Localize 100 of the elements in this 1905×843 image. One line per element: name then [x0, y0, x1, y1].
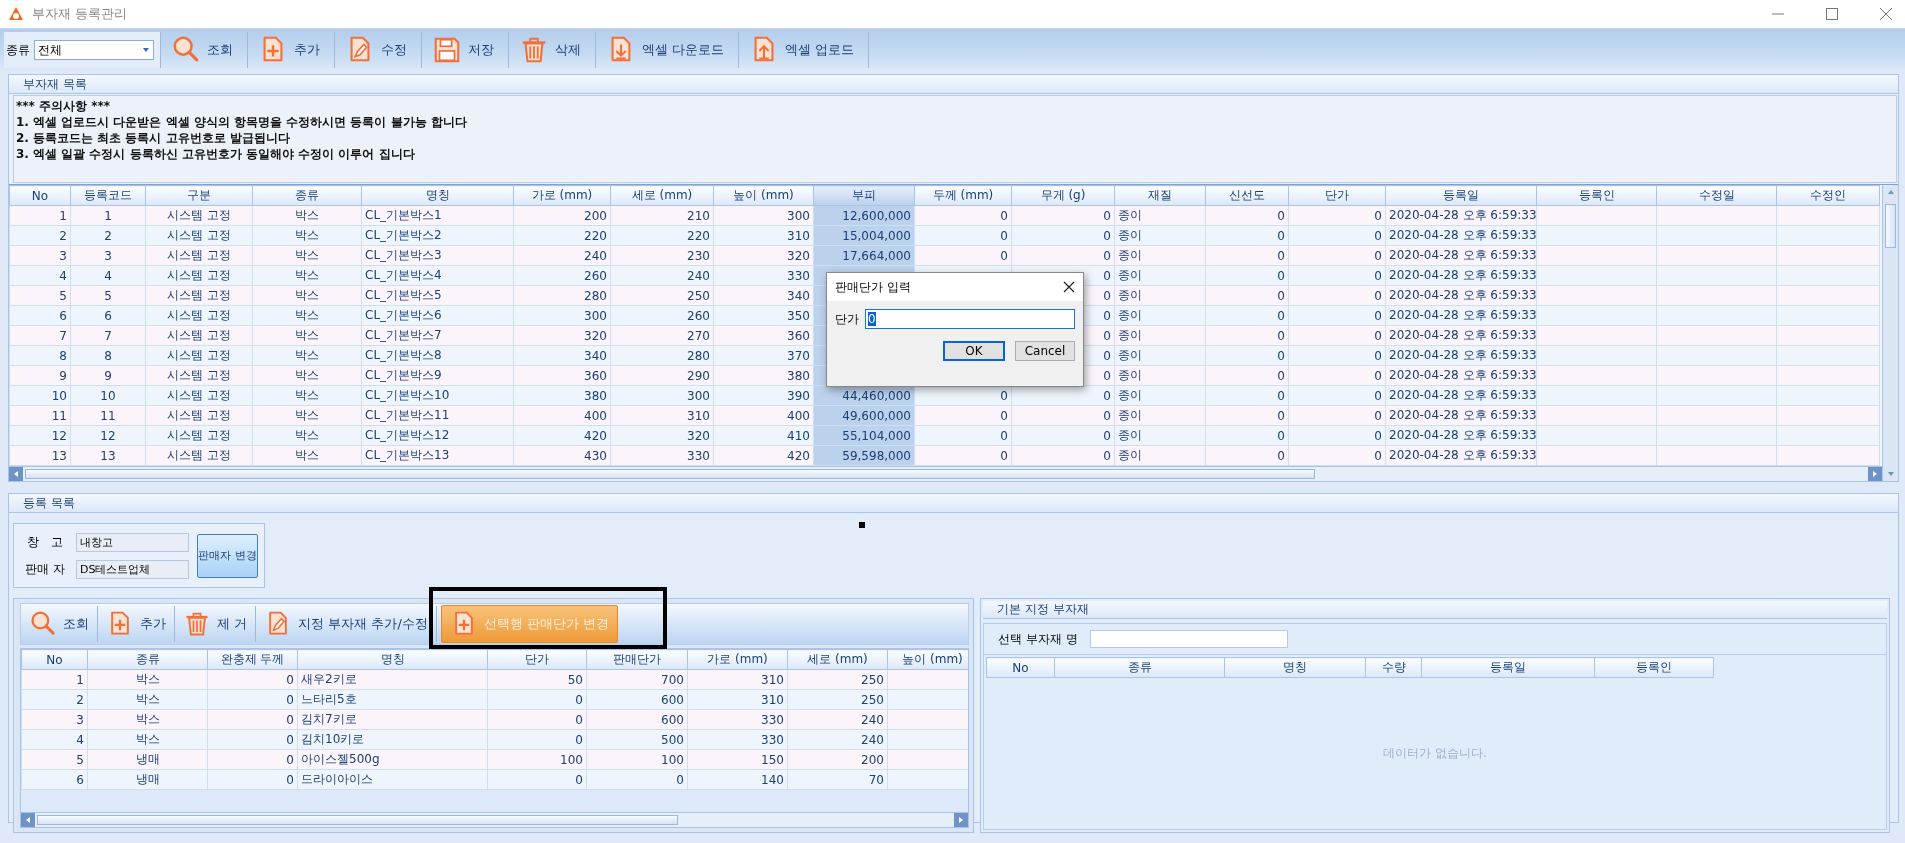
column-header[interactable]: 단가	[1288, 185, 1386, 206]
toolbar-button[interactable]: 제 거	[175, 606, 257, 642]
table-cell: 7	[9, 325, 71, 346]
column-header[interactable]: 가로 (mm)	[513, 185, 611, 206]
table-cell: 4	[21, 729, 88, 750]
section-header: 부자재 목록	[9, 75, 1898, 94]
column-header[interactable]: 수정일	[1656, 185, 1777, 206]
dialog-button[interactable]: OK	[943, 341, 1005, 361]
table-cell: 6	[9, 305, 71, 326]
dialog-title: 판매단가 입력	[835, 278, 912, 296]
table-cell: 5	[9, 285, 71, 306]
toolbar-button[interactable]: 추가	[98, 606, 175, 642]
window-title: 부자재 등록관리	[32, 5, 128, 23]
toolbar-button[interactable]: 삭제	[509, 32, 596, 68]
save-icon	[432, 35, 462, 65]
column-header[interactable]: 높이 (mm)	[713, 185, 814, 206]
table-cell: 11	[9, 405, 71, 426]
scroll-right-icon[interactable]	[1871, 470, 1879, 478]
column-header[interactable]: 구분	[145, 185, 253, 206]
table-cell: 12	[9, 425, 71, 446]
column-header[interactable]: 단가	[487, 649, 587, 670]
scroll-thumb[interactable]	[1885, 204, 1896, 248]
cursor-mark	[859, 522, 865, 528]
toolbar-button[interactable]: 저장	[422, 32, 509, 68]
toolbar-button[interactable]: 엑셀 다운로드	[596, 32, 740, 68]
close-icon[interactable]	[1063, 281, 1075, 293]
column-header[interactable]: No	[986, 657, 1055, 678]
column-header[interactable]: 수정인	[1776, 185, 1880, 206]
input-field[interactable]: 0	[865, 309, 1075, 329]
filter-label: 종류	[6, 41, 30, 59]
notice-line: 3. 엑셀 일괄 수정시 등록하신 고유번호가 동일해야 수정이 이루어 집니다	[16, 146, 416, 162]
column-header[interactable]: 등록인	[1536, 185, 1657, 206]
field-label: 판매 자	[24, 560, 66, 578]
column-header[interactable]: 완충제 두께	[207, 649, 298, 670]
column-header[interactable]: 세로 (mm)	[610, 185, 714, 206]
table-cell: 6	[21, 769, 88, 790]
scroll-left-icon[interactable]	[24, 816, 32, 824]
table-cell: 4	[9, 265, 71, 286]
column-header[interactable]: 판매단가	[586, 649, 688, 670]
column-header[interactable]: 등록코드	[70, 185, 146, 206]
column-header[interactable]: No	[9, 185, 71, 206]
column-header[interactable]: 높이 (mm)	[887, 649, 968, 670]
toolbar-button[interactable]: 수정	[335, 32, 422, 68]
filter-dropdown[interactable]: 전체	[34, 40, 154, 60]
table-cell: 3	[9, 245, 71, 266]
scroll-right-icon[interactable]	[957, 816, 965, 824]
column-header[interactable]: 재질	[1114, 185, 1206, 206]
column-header[interactable]: No	[21, 649, 88, 670]
table-cell: 2	[9, 225, 71, 246]
value-field: DS테스트업체	[76, 559, 189, 579]
toolbar-button[interactable]: 추가	[248, 32, 335, 68]
vertical-scrollbar[interactable]	[1882, 185, 1898, 481]
scroll-up-icon[interactable]	[1886, 188, 1895, 196]
app-icon	[8, 6, 24, 22]
column-header[interactable]: 수량	[1365, 657, 1422, 678]
column-header[interactable]: 세로 (mm)	[787, 649, 888, 670]
toolbar-button[interactable]: 지정 부자재 추가/수정	[256, 606, 437, 642]
section-header: 등록 목록	[9, 494, 1898, 513]
input-field[interactable]	[1089, 630, 1288, 648]
column-header[interactable]: 종류	[252, 185, 362, 206]
table-cell: 2	[21, 689, 88, 710]
scroll-thumb[interactable]	[25, 469, 1315, 479]
column-header[interactable]: 종류	[1054, 657, 1225, 678]
column-header[interactable]: 등록일	[1421, 657, 1595, 678]
column-header[interactable]: 부피	[813, 185, 915, 206]
column-header[interactable]: 무게 (g)	[1011, 185, 1115, 206]
dialog-button[interactable]: Cancel	[1015, 341, 1075, 361]
table-cell: 10	[9, 385, 71, 406]
field-label: 단가	[835, 310, 859, 328]
scroll-thumb[interactable]	[37, 815, 679, 825]
column-header[interactable]: 종류	[87, 649, 208, 670]
search-icon	[171, 35, 201, 65]
column-header[interactable]: 두께 (mm)	[914, 185, 1012, 206]
table-cell: 1	[21, 669, 88, 690]
empty-message: 데이터가 없습니다.	[1383, 745, 1487, 762]
horizontal-scrollbar[interactable]	[9, 466, 1882, 481]
toolbar-button[interactable]: 엑셀 업로드	[739, 32, 870, 68]
table-cell: 9	[9, 365, 71, 386]
column-header[interactable]: 등록인	[1594, 657, 1714, 678]
field-label: 선택 부자재 명	[998, 630, 1078, 648]
scroll-left-icon[interactable]	[12, 470, 20, 478]
table-cell: 8	[9, 345, 71, 366]
value-field: 내창고	[76, 532, 189, 552]
notice-line: *** 주의사항 ***	[16, 98, 111, 114]
scroll-down-icon[interactable]	[1886, 470, 1895, 478]
table-cell: 5	[21, 749, 88, 770]
field-label: 창 고	[26, 533, 64, 551]
table-cell: 13	[9, 445, 71, 466]
column-header[interactable]: 명칭	[361, 185, 514, 206]
change-seller-button[interactable]: 판매자 변경	[197, 533, 258, 578]
horizontal-scrollbar[interactable]	[21, 812, 968, 827]
column-header[interactable]: 가로 (mm)	[687, 649, 788, 670]
column-header[interactable]: 신선도	[1205, 185, 1289, 206]
column-header[interactable]: 등록일	[1385, 185, 1537, 206]
table-cell: 1	[9, 205, 71, 226]
column-header[interactable]: 명칭	[297, 649, 488, 670]
column-header[interactable]: 명칭	[1224, 657, 1366, 678]
toolbar-button[interactable]: 조회	[161, 32, 248, 68]
table-cell: 3	[21, 709, 88, 730]
toolbar-button[interactable]: 조회	[21, 606, 98, 642]
